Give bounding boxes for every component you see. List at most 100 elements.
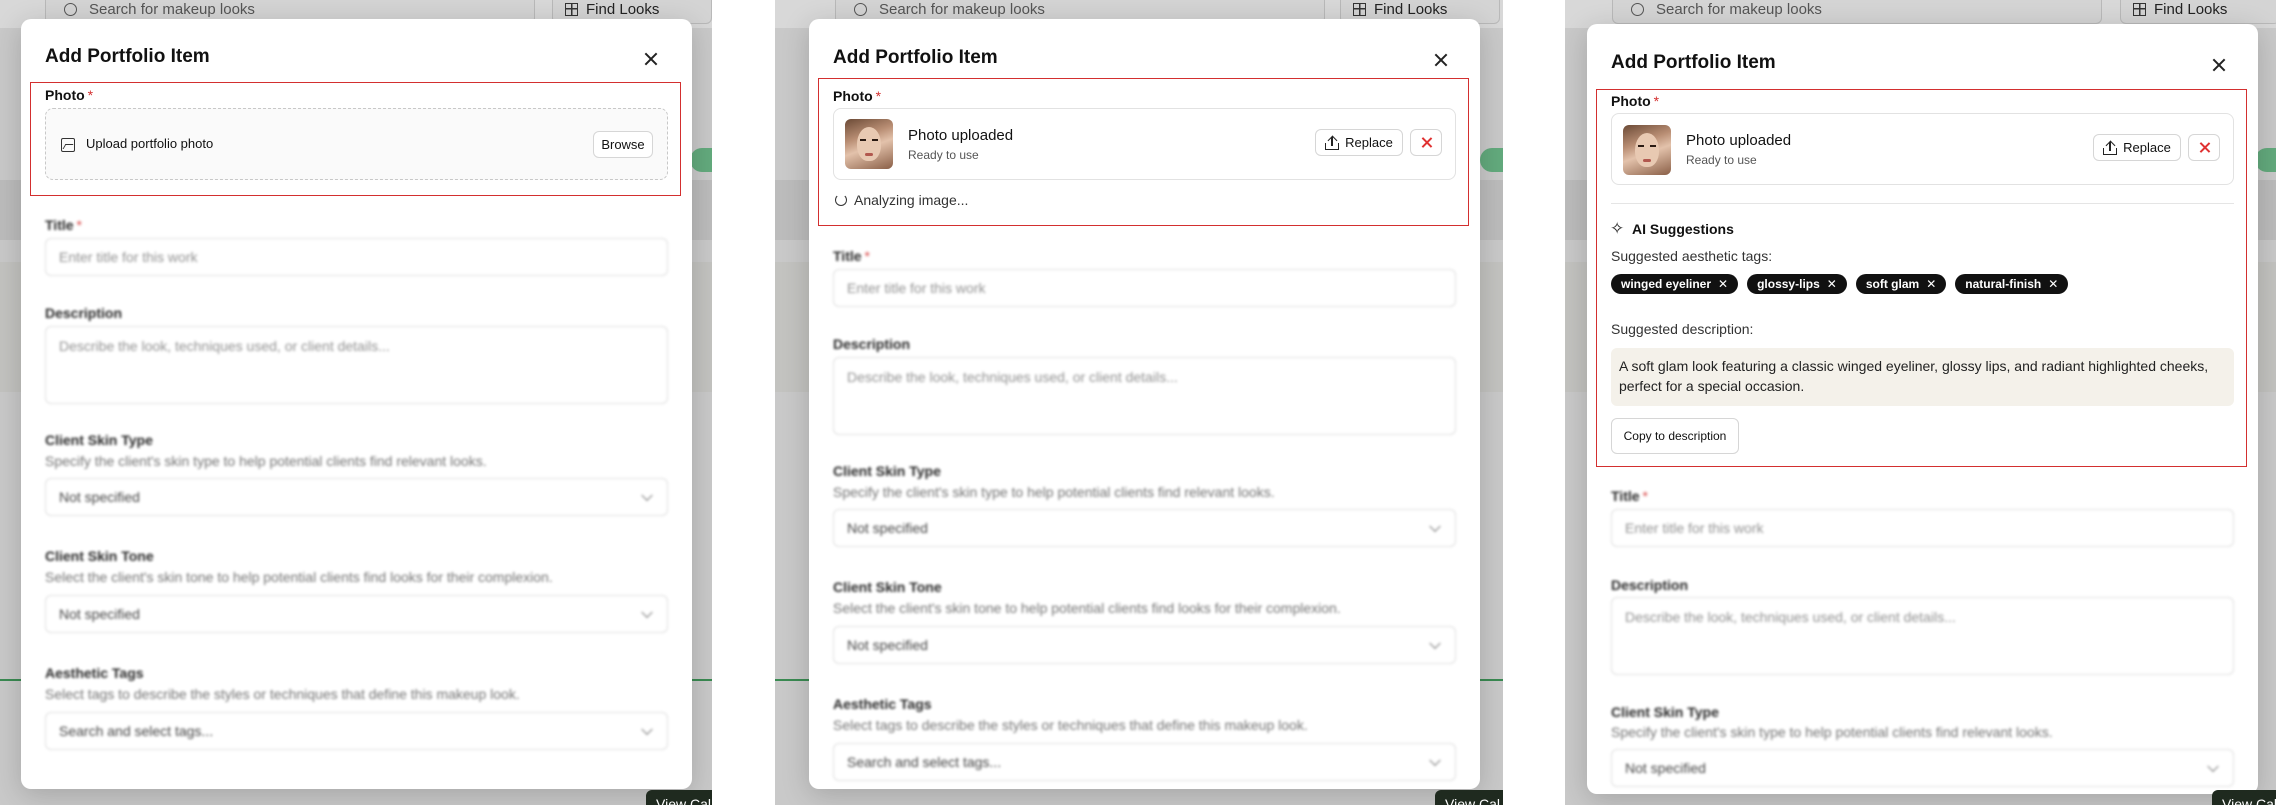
- photo-dropzone[interactable]: Upload portfolio photo Browse: [45, 108, 668, 180]
- description-label: Description: [833, 336, 911, 352]
- browse-button[interactable]: Browse: [593, 131, 653, 158]
- chevron-down-icon: [2207, 760, 2219, 773]
- close-icon[interactable]: [2211, 57, 2227, 73]
- grid-icon: [2133, 2, 2146, 16]
- grid-icon: [1353, 2, 1366, 16]
- uploaded-photo-card: Photo uploaded Ready to use Replace: [833, 108, 1456, 180]
- tag-label: natural-finish: [1965, 277, 2042, 291]
- aesthetic-tags-select[interactable]: Search and select tags...: [45, 712, 668, 750]
- remove-photo-button[interactable]: [2188, 134, 2220, 161]
- skin-tone-hint: Select the client's skin tone to help po…: [45, 569, 553, 585]
- description-textarea[interactable]: Describe the look, techniques used, or c…: [1611, 597, 2234, 675]
- skin-type-label: Client Skin Type: [833, 463, 941, 479]
- upload-icon: [1325, 136, 1340, 150]
- remove-icon: [1421, 137, 1432, 148]
- description-textarea[interactable]: Describe the look, techniques used, or c…: [45, 326, 668, 404]
- aesthetic-tags-select[interactable]: Search and select tags...: [833, 743, 1456, 781]
- copy-to-description-button[interactable]: Copy to description: [1611, 418, 1739, 454]
- skin-tone-select[interactable]: Not specified: [45, 595, 668, 633]
- chevron-down-icon: [641, 606, 653, 619]
- modal-title: Add Portfolio Item: [833, 47, 998, 68]
- background-find-looks-button: Find Looks: [2120, 0, 2276, 24]
- remove-tag-icon[interactable]: ✕: [1926, 277, 1936, 291]
- replace-button[interactable]: Replace: [1315, 129, 1403, 156]
- skin-type-select[interactable]: Not specified: [833, 509, 1456, 547]
- modal-title: Add Portfolio Item: [1611, 52, 1776, 73]
- required-mark: *: [87, 87, 94, 103]
- required-mark: *: [875, 88, 882, 104]
- photo-label: Photo *: [833, 88, 881, 104]
- remove-icon: [2199, 142, 2210, 153]
- divider: [1611, 203, 2234, 204]
- required-mark: *: [1642, 488, 1648, 504]
- background-search-placeholder: Search for makeup looks: [89, 0, 255, 18]
- photo-label-text: Photo: [833, 88, 873, 104]
- remove-tag-icon[interactable]: ✕: [1827, 277, 1837, 291]
- photo-label: Photo *: [1611, 93, 1659, 109]
- title-label: Title *: [45, 217, 82, 233]
- skin-type-label: Client Skin Type: [45, 432, 153, 448]
- upload-icon-stem: [1331, 136, 1333, 146]
- skin-type-label: Client Skin Type: [1611, 704, 1719, 720]
- aesthetic-tags-hint: Select tags to describe the styles or te…: [833, 717, 1308, 733]
- loading-spinner-icon: [835, 194, 847, 206]
- aesthetic-tags-label: Aesthetic Tags: [833, 696, 932, 712]
- title-label: Title *: [1611, 488, 1648, 504]
- screen-panel-1: Search for makeup looks Find Looks Add P…: [0, 0, 712, 805]
- suggested-tag[interactable]: glossy-lips ✕: [1747, 274, 1847, 294]
- analyzing-status: Analyzing image...: [854, 192, 969, 208]
- skin-tone-select[interactable]: Not specified: [833, 626, 1456, 664]
- chevron-down-icon: [641, 489, 653, 502]
- aesthetic-tags-label: Aesthetic Tags: [45, 665, 144, 681]
- search-icon: [854, 2, 867, 16]
- skin-type-hint: Specify the client's skin type to help p…: [45, 453, 487, 469]
- chevron-down-icon: [1429, 637, 1441, 650]
- background-green-pill: [2255, 148, 2276, 172]
- title-label: Title *: [833, 248, 870, 264]
- remove-tag-icon[interactable]: ✕: [1718, 277, 1728, 291]
- view-calendar-button: View Cal: [646, 790, 712, 805]
- search-icon: [64, 2, 77, 16]
- background-find-looks-label: Find Looks: [1374, 0, 1448, 18]
- background-find-looks-label: Find Looks: [2154, 0, 2228, 18]
- skin-type-select[interactable]: Not specified: [1611, 749, 2234, 787]
- remove-photo-button[interactable]: [1410, 129, 1442, 156]
- photo-label: Photo *: [45, 87, 93, 103]
- description-textarea[interactable]: Describe the look, techniques used, or c…: [833, 357, 1456, 435]
- close-icon[interactable]: [1433, 52, 1449, 68]
- chevron-down-icon: [1429, 754, 1441, 767]
- title-input[interactable]: Enter title for this work: [833, 269, 1456, 307]
- chevron-down-icon: [641, 723, 653, 736]
- background-green-pill: [1480, 148, 1503, 172]
- suggested-description: A soft glam look featuring a classic win…: [1611, 348, 2234, 406]
- thumbnail-eye: [860, 139, 866, 141]
- replace-button[interactable]: Replace: [2093, 134, 2181, 161]
- suggested-tag[interactable]: winged eyeliner ✕: [1611, 274, 1739, 294]
- suggested-tags-label: Suggested aesthetic tags:: [1611, 248, 1773, 264]
- ai-suggestions-title: AI Suggestions: [1632, 221, 1734, 237]
- description-label: Description: [1611, 577, 1689, 593]
- photo-label-text: Photo: [45, 87, 85, 103]
- title-input[interactable]: Enter title for this work: [45, 238, 668, 276]
- skin-tone-label: Client Skin Tone: [45, 548, 154, 564]
- skin-type-select[interactable]: Not specified: [45, 478, 668, 516]
- add-portfolio-modal: Add Portfolio Item Photo * Upload portfol…: [21, 19, 692, 789]
- add-portfolio-modal: Add Portfolio Item Photo * Photo uploaded…: [809, 19, 1480, 789]
- tag-label: winged eyeliner: [1621, 277, 1712, 291]
- remove-tag-icon[interactable]: ✕: [2048, 277, 2058, 291]
- skin-tone-value: Not specified: [59, 606, 140, 622]
- modal-title: Add Portfolio Item: [45, 46, 210, 67]
- description-label: Description: [45, 305, 123, 321]
- skin-tone-value: Not specified: [847, 637, 928, 653]
- close-icon[interactable]: [643, 51, 659, 67]
- suggested-tag[interactable]: natural-finish ✕: [1955, 274, 2069, 294]
- suggested-tags-list: winged eyeliner ✕ glossy-lips ✕ soft glam ✕…: [1611, 274, 2069, 294]
- thumbnail-lips: [1643, 159, 1651, 162]
- title-input[interactable]: Enter title for this work: [1611, 509, 2234, 547]
- suggested-tag[interactable]: soft glam ✕: [1855, 274, 1947, 294]
- thumbnail-eye: [1650, 145, 1656, 147]
- background-search-bar: Search for makeup looks: [1612, 0, 2102, 24]
- skin-type-value: Not specified: [1625, 760, 1706, 776]
- thumbnail-lips: [865, 153, 873, 156]
- uploaded-photo-card: Photo uploaded Ready to use Replace: [1611, 113, 2234, 185]
